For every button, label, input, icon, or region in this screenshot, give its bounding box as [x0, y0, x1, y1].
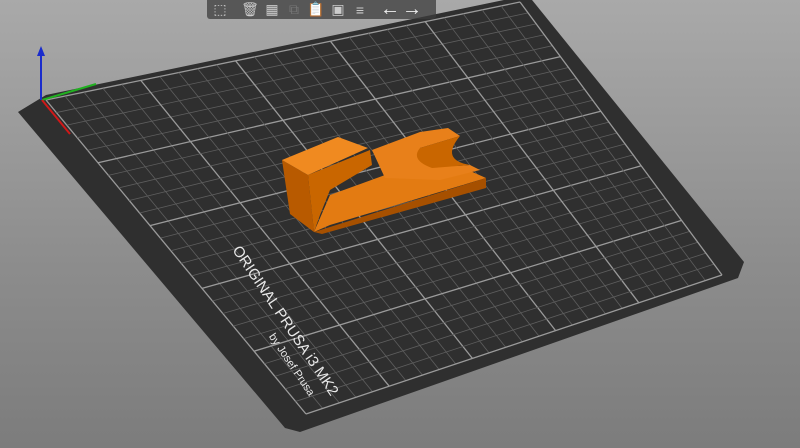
cube-plus-icon: ⬚ — [213, 1, 227, 17]
paste-icon: 📋 — [307, 1, 325, 17]
copy-icon: ⧉ — [289, 1, 299, 17]
add-object-button[interactable]: ⬚ — [210, 1, 230, 19]
instance-icon: ▣ — [331, 1, 345, 17]
3d-viewport[interactable]: ORIGINAL PRUSA i3 MK2 by Josef Prusa — [0, 0, 800, 448]
top-toolbar: ⬚ 🗑 ▦ ⧉ 📋 ▣ ≡ ← → — [207, 0, 436, 20]
copy-button[interactable]: ⧉ — [284, 1, 304, 19]
layers-button[interactable]: ≡ — [350, 1, 370, 19]
arrow-right-icon: → — [402, 0, 422, 20]
undo-button[interactable]: ← — [380, 0, 400, 20]
delete-button[interactable]: 🗑 — [240, 1, 260, 19]
arrange-button[interactable]: ▦ — [262, 1, 282, 19]
layers-icon: ≡ — [355, 1, 365, 18]
paste-button[interactable]: 📋 — [306, 1, 326, 19]
arrow-left-icon: ← — [380, 0, 400, 20]
arrange-icon: ▦ — [265, 1, 279, 17]
axis-z-arrow — [37, 46, 45, 56]
trash-icon: 🗑 — [241, 1, 259, 17]
redo-button[interactable]: → — [402, 0, 422, 20]
instance-button[interactable]: ▣ — [328, 1, 348, 19]
